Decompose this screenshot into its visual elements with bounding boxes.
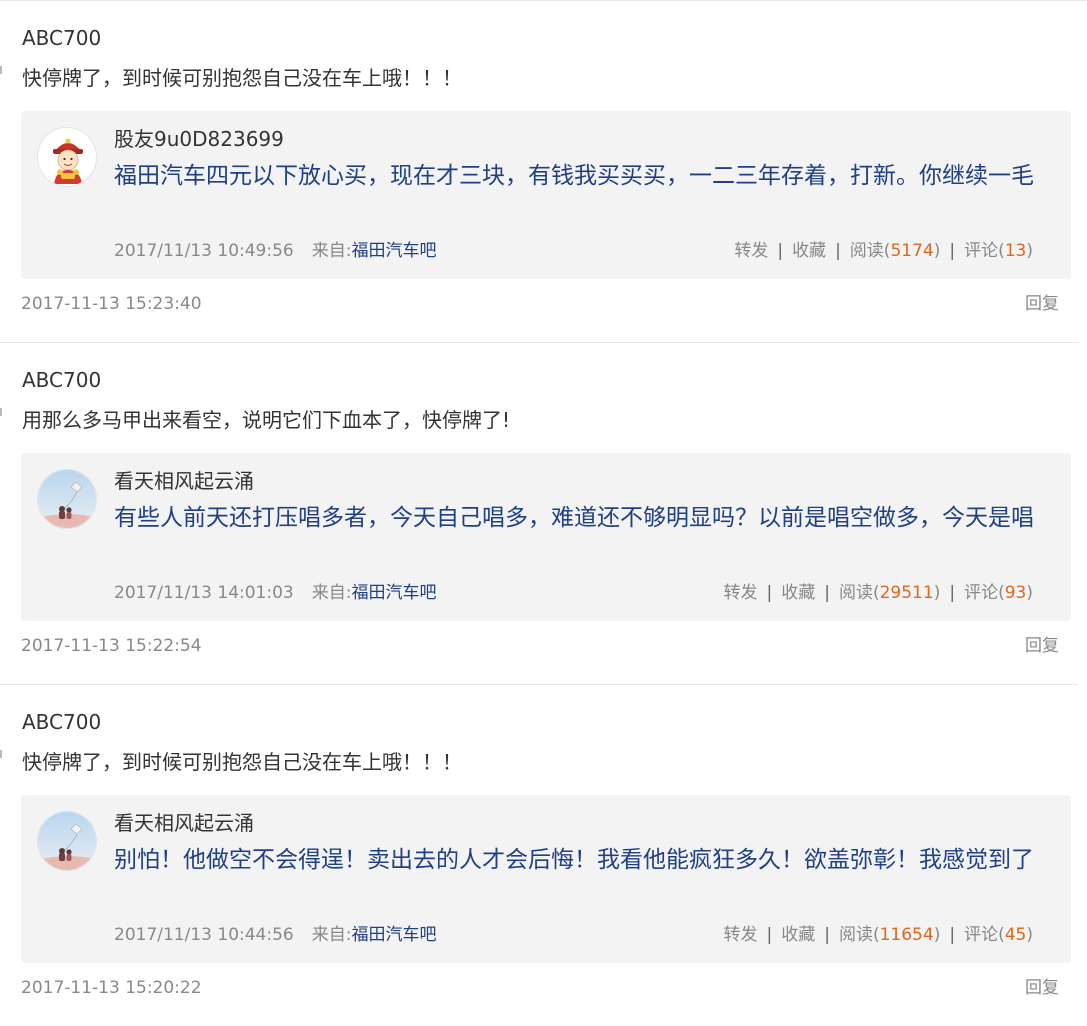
quote-datetime: 2017/11/13 14:01:03 xyxy=(114,583,294,603)
comment-count: 93 xyxy=(1004,583,1027,603)
post-time: 2017-11-13 15:23:40 xyxy=(21,294,202,314)
read-count-link[interactable]: 阅读(11654) xyxy=(839,925,940,945)
comment-count-link[interactable]: 评论(13) xyxy=(964,241,1033,261)
read-count: 11654 xyxy=(879,925,934,945)
comment-text: 快停牌了，到时候可别抱怨自己没在车上哦！！！ xyxy=(22,66,462,90)
quote-username[interactable]: 股友9u0D823699 xyxy=(114,125,284,153)
comment-feed: ABC700 快停牌了，到时候可别抱怨自己没在车上哦！！！ 股友9u0D8236… xyxy=(0,0,1087,1012)
comment-label: 评论( xyxy=(964,241,1005,261)
read-close: ) xyxy=(933,241,941,261)
post-time: 2017-11-13 15:22:54 xyxy=(21,636,202,656)
from-label: 来自: xyxy=(311,925,352,945)
comment-label: 评论( xyxy=(964,925,1005,945)
left-tick-mark xyxy=(0,66,2,74)
read-count: 29511 xyxy=(879,583,934,603)
separator: | xyxy=(835,241,841,261)
read-close: ) xyxy=(933,925,941,945)
quote-username[interactable]: 看天相风起云涌 xyxy=(114,809,254,837)
forward-button[interactable]: 转发 xyxy=(734,241,768,261)
separator: | xyxy=(949,925,956,945)
quote-actions: 转发 | 收藏 | 阅读(11654) | 评论(45) xyxy=(724,923,1034,947)
comment-text: 快停牌了，到时候可别抱怨自己没在车上哦！！！ xyxy=(22,750,462,774)
source-forum-link[interactable]: 福田汽车吧 xyxy=(351,241,436,261)
quote-username[interactable]: 看天相风起云涌 xyxy=(114,467,254,495)
favorite-button[interactable]: 收藏 xyxy=(781,583,815,603)
reply-button[interactable]: 回复 xyxy=(1025,292,1059,316)
separator: | xyxy=(824,583,830,603)
quote-datetime: 2017/11/13 10:44:56 xyxy=(114,925,294,945)
comment-label: 评论( xyxy=(964,583,1005,603)
comment-count: 45 xyxy=(1004,925,1027,945)
comment-count-link[interactable]: 评论(45) xyxy=(964,925,1033,945)
quote-actions: 转发 | 收藏 | 阅读(5174) | 评论(13) xyxy=(734,239,1033,263)
comment-close: ) xyxy=(1026,583,1033,603)
comment-username[interactable]: ABC700 xyxy=(22,708,101,736)
separator: | xyxy=(949,583,956,603)
read-label: 阅读( xyxy=(838,925,880,945)
quote-text[interactable]: 福田汽车四元以下放心买，现在才三块，有钱我买买买，一二三年存着，打新。你继续一毛 xyxy=(114,163,1044,190)
fortune-god-avatar-icon[interactable] xyxy=(37,127,97,187)
read-label: 阅读( xyxy=(849,241,891,261)
from-label: 来自: xyxy=(311,583,352,603)
comment-entry: ABC700 快停牌了，到时候可别抱怨自己没在车上哦！！！ xyxy=(0,684,1087,1026)
comment-count: 13 xyxy=(1004,241,1027,261)
quoted-post: 看天相风起云涌 别怕！他做空不会得逞！卖出去的人才会后悔！我看他能疯狂多久！欲盖… xyxy=(21,795,1071,963)
read-label: 阅读( xyxy=(838,583,880,603)
favorite-button[interactable]: 收藏 xyxy=(781,925,815,945)
from-label: 来自: xyxy=(311,241,352,261)
kite-sky-avatar-icon[interactable] xyxy=(37,811,97,871)
reply-button[interactable]: 回复 xyxy=(1025,634,1059,658)
comment-close: ) xyxy=(1026,925,1033,945)
quote-text[interactable]: 别怕！他做空不会得逞！卖出去的人才会后悔！我看他能疯狂多久！欲盖弥彰！我感觉到了 xyxy=(114,847,1044,874)
comment-entry: ABC700 快停牌了，到时候可别抱怨自己没在车上哦！！！ xyxy=(0,0,1087,343)
separator: | xyxy=(824,925,830,945)
forward-button[interactable]: 转发 xyxy=(724,925,758,945)
quote-text[interactable]: 有些人前天还打压唱多者，今天自己唱多，难道还不够明显吗？以前是唱空做多，今天是唱 xyxy=(114,505,1044,532)
comment-username[interactable]: ABC700 xyxy=(22,366,101,394)
comment-close: ) xyxy=(1026,241,1033,261)
source-forum-link[interactable]: 福田汽车吧 xyxy=(351,925,436,945)
separator: | xyxy=(766,583,773,603)
quote-meta: 2017/11/13 10:44:56 来自:福田汽车吧 xyxy=(114,923,436,947)
comment-username[interactable]: ABC700 xyxy=(22,24,101,52)
post-time: 2017-11-13 15:20:22 xyxy=(21,978,202,998)
kite-sky-avatar-icon[interactable] xyxy=(37,469,97,529)
quote-meta: 2017/11/13 14:01:03 来自:福田汽车吧 xyxy=(114,581,436,605)
left-tick-mark xyxy=(0,408,2,416)
quote-meta: 2017/11/13 10:49:56 来自:福田汽车吧 xyxy=(114,239,436,263)
comment-entry: ABC700 用那么多马甲出来看空，说明它们下血本了，快停牌了! 看天相风起云涌… xyxy=(0,342,1087,685)
forward-button[interactable]: 转发 xyxy=(724,583,758,603)
quoted-post: 看天相风起云涌 有些人前天还打压唱多者，今天自己唱多，难道还不够明显吗？以前是唱… xyxy=(21,453,1071,621)
quote-datetime: 2017/11/13 10:49:56 xyxy=(114,241,294,261)
quoted-post: 股友9u0D823699 福田汽车四元以下放心买，现在才三块，有钱我买买买，一二… xyxy=(21,111,1071,279)
quote-actions: 转发 | 收藏 | 阅读(29511) | 评论(93) xyxy=(724,581,1034,605)
separator: | xyxy=(766,925,773,945)
read-count-link[interactable]: 阅读(5174) xyxy=(850,241,941,261)
separator: | xyxy=(777,241,784,261)
read-close: ) xyxy=(933,583,941,603)
separator: | xyxy=(949,241,956,261)
read-count: 5174 xyxy=(890,241,934,261)
reply-button[interactable]: 回复 xyxy=(1025,976,1059,1000)
comment-count-link[interactable]: 评论(93) xyxy=(964,583,1033,603)
source-forum-link[interactable]: 福田汽车吧 xyxy=(351,583,436,603)
favorite-button[interactable]: 收藏 xyxy=(792,241,826,261)
left-tick-mark xyxy=(0,750,2,758)
read-count-link[interactable]: 阅读(29511) xyxy=(839,583,940,603)
comment-text: 用那么多马甲出来看空，说明它们下血本了，快停牌了! xyxy=(22,408,511,432)
